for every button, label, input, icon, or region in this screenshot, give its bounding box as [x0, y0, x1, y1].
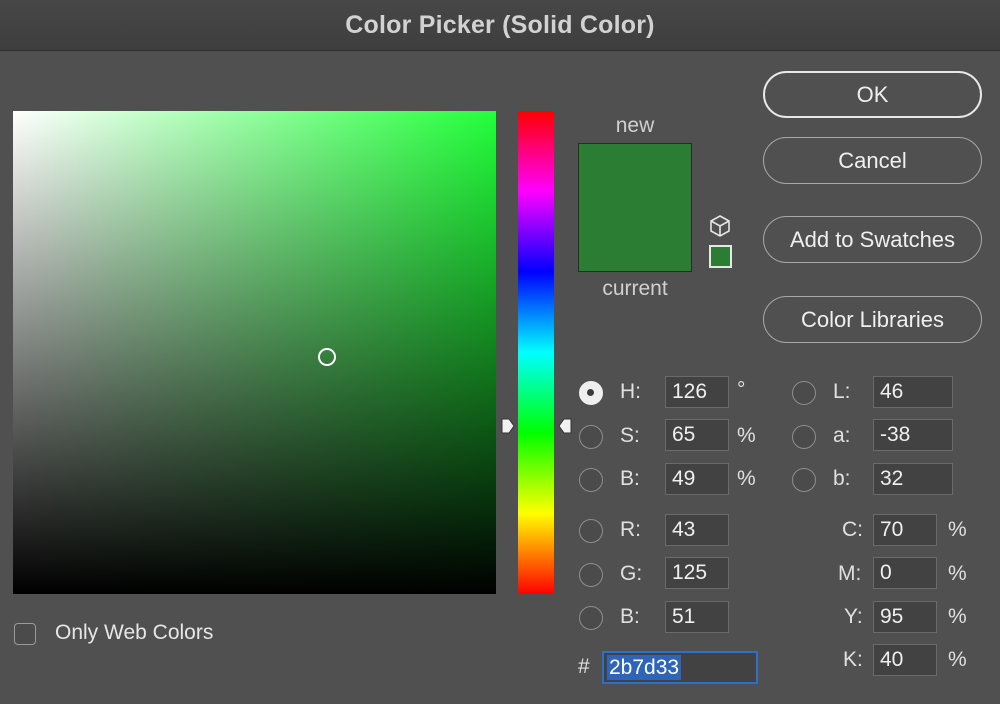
magenta-label: M: [838, 562, 862, 585]
color-libraries-button[interactable]: Color Libraries [763, 296, 982, 343]
hex-value-selected: 2b7d33 [607, 655, 682, 680]
brightness-label: B: [620, 467, 640, 490]
brightness-input[interactable]: 49 [665, 463, 729, 495]
hue-radio[interactable] [579, 381, 603, 405]
yellow-input[interactable]: 95 [873, 601, 937, 633]
green-input[interactable]: 125 [665, 557, 729, 589]
hue-slider-right-arrow-icon[interactable] [557, 417, 573, 435]
blue-radio[interactable] [579, 606, 603, 630]
lab-l-input[interactable]: 46 [873, 376, 953, 408]
red-radio[interactable] [579, 519, 603, 543]
brightness-unit: % [737, 467, 756, 490]
blue-label: B: [620, 605, 640, 628]
hex-label: # [578, 655, 590, 678]
lab-l-label: L: [833, 380, 851, 403]
brightness-radio[interactable] [579, 468, 603, 492]
lab-b-radio[interactable] [792, 468, 816, 492]
lab-b-input[interactable]: 32 [873, 463, 953, 495]
lab-l-radio[interactable] [792, 381, 816, 405]
cyan-unit: % [948, 518, 967, 541]
magenta-unit: % [948, 562, 967, 585]
hue-slider-left-arrow-icon[interactable] [500, 417, 516, 435]
green-label: G: [620, 562, 643, 585]
current-color-label: current [602, 277, 668, 300]
only-web-colors-label[interactable]: Only Web Colors [55, 621, 213, 645]
red-label: R: [620, 518, 641, 541]
lab-a-radio[interactable] [792, 425, 816, 449]
hex-input[interactable]: 2b7d33 [602, 651, 758, 684]
saturation-radio[interactable] [579, 425, 603, 449]
black-unit: % [948, 648, 967, 671]
cube-icon[interactable] [708, 214, 732, 238]
color-field-cursor[interactable] [318, 348, 336, 366]
red-input[interactable]: 43 [665, 514, 729, 546]
new-color-swatch [579, 144, 691, 208]
ok-button[interactable]: OK [763, 71, 982, 118]
yellow-label: Y: [844, 605, 863, 628]
saturation-unit: % [737, 424, 756, 447]
lab-a-input[interactable]: -38 [873, 419, 953, 451]
yellow-unit: % [948, 605, 967, 628]
hue-slider[interactable] [518, 111, 554, 594]
websafe-color-swatch[interactable] [709, 245, 732, 268]
cyan-label: C: [842, 518, 863, 541]
black-label: K: [843, 648, 863, 671]
hue-input[interactable]: 126 [665, 376, 729, 408]
add-to-swatches-button[interactable]: Add to Swatches [763, 216, 982, 263]
green-radio[interactable] [579, 563, 603, 587]
blue-input[interactable]: 51 [665, 601, 729, 633]
color-field[interactable] [13, 111, 496, 594]
magenta-input[interactable]: 0 [873, 557, 937, 589]
dialog-title: Color Picker (Solid Color) [345, 10, 655, 39]
hue-label: H: [620, 380, 641, 403]
hue-unit: ° [737, 378, 746, 401]
black-input[interactable]: 40 [873, 644, 937, 676]
new-color-label: new [615, 114, 655, 137]
saturation-label: S: [620, 424, 640, 447]
lab-b-label: b: [833, 467, 851, 490]
color-preview-swatch [578, 143, 692, 272]
saturation-input[interactable]: 65 [665, 419, 729, 451]
only-web-colors-checkbox[interactable] [14, 623, 36, 645]
cyan-input[interactable]: 70 [873, 514, 937, 546]
current-color-swatch[interactable] [579, 207, 691, 271]
cancel-button[interactable]: Cancel [763, 137, 982, 184]
title-bar: Color Picker (Solid Color) [0, 0, 1000, 51]
lab-a-label: a: [833, 424, 851, 447]
